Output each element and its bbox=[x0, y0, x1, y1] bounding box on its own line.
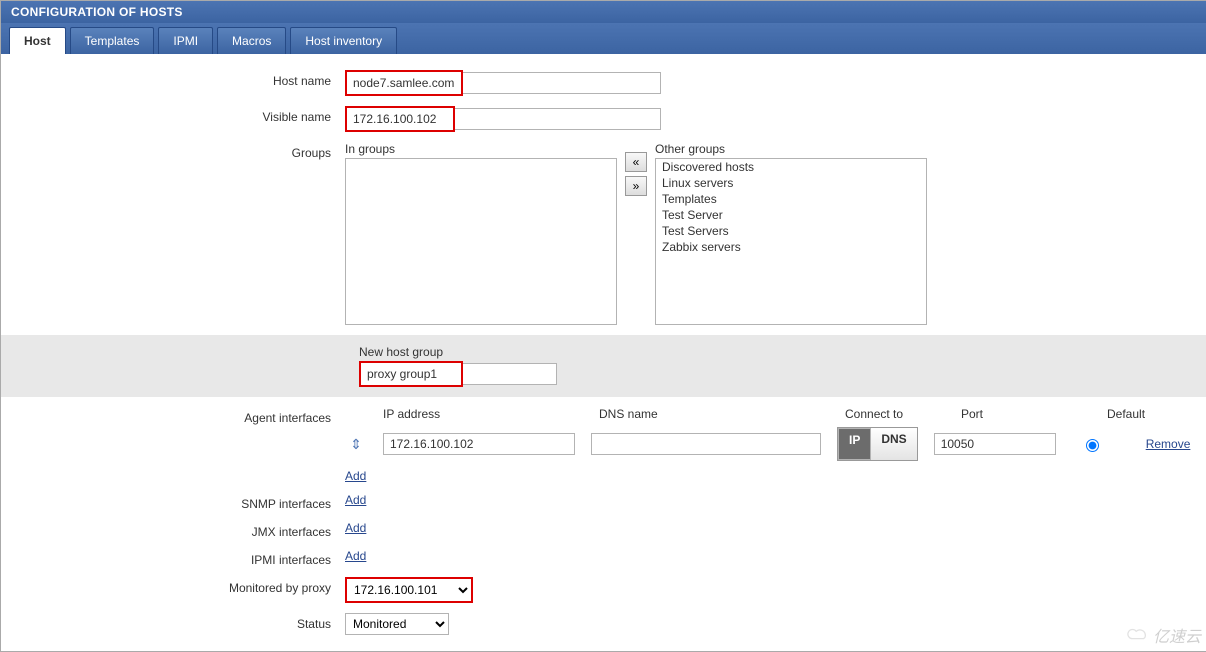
agent-dns-input[interactable] bbox=[591, 433, 821, 455]
list-item[interactable]: Test Server bbox=[656, 207, 926, 223]
label-agent-interfaces: Agent interfaces bbox=[1, 407, 345, 425]
connect-to-toggle[interactable]: IP DNS bbox=[837, 427, 918, 461]
tab-host-inventory[interactable]: Host inventory bbox=[290, 27, 397, 54]
label-status: Status bbox=[1, 613, 345, 631]
label-in-groups: In groups bbox=[345, 142, 617, 156]
move-right-button[interactable]: » bbox=[625, 176, 647, 196]
tab-strip: Host Templates IPMI Macros Host inventor… bbox=[1, 23, 1206, 54]
host-name-input[interactable] bbox=[347, 72, 461, 94]
agent-ip-input[interactable] bbox=[383, 433, 575, 455]
tab-host[interactable]: Host bbox=[9, 27, 66, 54]
host-name-extra[interactable] bbox=[463, 72, 661, 94]
move-left-button[interactable]: « bbox=[625, 152, 647, 172]
tab-macros[interactable]: Macros bbox=[217, 27, 286, 54]
tab-ipmi[interactable]: IPMI bbox=[158, 27, 213, 54]
remove-link[interactable]: Remove bbox=[1146, 437, 1191, 451]
label-jmx-interfaces: JMX interfaces bbox=[1, 521, 345, 539]
label-other-groups: Other groups bbox=[655, 142, 927, 156]
col-port: Port bbox=[961, 407, 1091, 421]
ipmi-add-link[interactable]: Add bbox=[345, 549, 366, 563]
page-title-bar: CONFIGURATION OF HOSTS bbox=[1, 1, 1206, 23]
connect-dns-button[interactable]: DNS bbox=[871, 428, 916, 460]
list-item[interactable]: Templates bbox=[656, 191, 926, 207]
col-connect-to: Connect to bbox=[845, 407, 945, 421]
label-new-host-group bbox=[1, 345, 355, 387]
drag-handle-icon[interactable]: ⇕ bbox=[345, 436, 367, 453]
tab-templates[interactable]: Templates bbox=[70, 27, 155, 54]
new-host-group-title: New host group bbox=[359, 345, 1206, 359]
highlight-new-host-group bbox=[359, 361, 463, 387]
highlight-host-name bbox=[345, 70, 463, 96]
other-groups-list[interactable]: Discovered hosts Linux servers Templates… bbox=[655, 158, 927, 325]
page-title: CONFIGURATION OF HOSTS bbox=[11, 5, 183, 19]
label-visible-name: Visible name bbox=[1, 106, 345, 124]
status-select[interactable]: Monitored bbox=[345, 613, 449, 635]
in-groups-list[interactable] bbox=[345, 158, 617, 325]
list-item[interactable]: Linux servers bbox=[656, 175, 926, 191]
agent-port-input[interactable] bbox=[934, 433, 1056, 455]
col-dns-name: DNS name bbox=[599, 407, 829, 421]
agent-add-link[interactable]: Add bbox=[345, 469, 366, 483]
label-groups: Groups bbox=[1, 142, 345, 160]
list-item[interactable]: Discovered hosts bbox=[656, 159, 926, 175]
label-ipmi-interfaces: IPMI interfaces bbox=[1, 549, 345, 567]
jmx-add-link[interactable]: Add bbox=[345, 521, 366, 535]
snmp-add-link[interactable]: Add bbox=[345, 493, 366, 507]
label-host-name: Host name bbox=[1, 70, 345, 88]
list-item[interactable]: Zabbix servers bbox=[656, 239, 926, 255]
default-radio[interactable] bbox=[1086, 439, 1099, 452]
visible-name-extra[interactable] bbox=[455, 108, 661, 130]
new-host-group-extra[interactable] bbox=[463, 363, 557, 385]
label-monitored-by-proxy: Monitored by proxy bbox=[1, 577, 345, 595]
highlight-proxy: 172.16.100.101 bbox=[345, 577, 473, 603]
proxy-select[interactable]: 172.16.100.101 bbox=[347, 579, 471, 601]
visible-name-input[interactable] bbox=[347, 108, 453, 130]
new-host-group-input[interactable] bbox=[361, 363, 461, 385]
connect-ip-button[interactable]: IP bbox=[838, 428, 871, 460]
highlight-visible-name bbox=[345, 106, 455, 132]
col-ip-address: IP address bbox=[345, 407, 583, 421]
list-item[interactable]: Test Servers bbox=[656, 223, 926, 239]
label-snmp-interfaces: SNMP interfaces bbox=[1, 493, 345, 511]
col-default: Default bbox=[1107, 407, 1167, 421]
